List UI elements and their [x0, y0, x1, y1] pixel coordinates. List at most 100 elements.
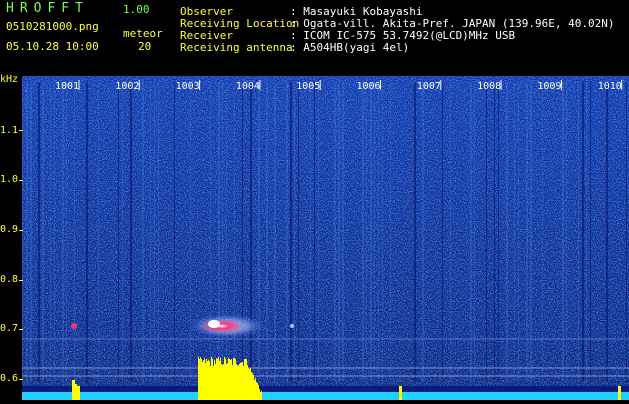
level-bar: [207, 361, 208, 400]
level-spike: [77, 386, 80, 400]
level-bar: [242, 362, 243, 400]
streak: [370, 82, 372, 382]
level-bar: [203, 360, 204, 400]
time-label: 1006: [357, 81, 381, 92]
freq-tick-mark: [19, 280, 23, 281]
level-bar: [239, 364, 240, 400]
streak: [294, 82, 295, 382]
level-bar: [210, 366, 211, 400]
spectrogram-canvas: 1001 1002 1003 1004 1005 1006 1007 1008 1009 1010: [22, 76, 629, 400]
time-label: 1003: [176, 81, 200, 92]
streak: [274, 82, 276, 382]
level-bar: [236, 364, 237, 400]
streak: [338, 82, 340, 382]
level-bar: [217, 359, 218, 400]
streak: [50, 82, 51, 382]
streak: [442, 82, 443, 382]
level-bar: [220, 358, 221, 400]
streak: [66, 82, 67, 382]
level-bar: [208, 360, 209, 400]
streak: [266, 82, 268, 382]
level-bar: [244, 359, 245, 400]
level-bar: [225, 359, 226, 400]
time-label: 1007: [417, 81, 441, 92]
freq-tick-mark: [19, 130, 23, 131]
streak: [310, 82, 311, 382]
level-bar: [229, 359, 230, 400]
level-floor: [22, 392, 629, 400]
streak: [174, 82, 175, 382]
streak: [366, 82, 367, 382]
freq-tick-mark: [19, 180, 23, 181]
streak: [578, 82, 579, 382]
streak: [258, 82, 260, 382]
time-label: 1005: [296, 81, 320, 92]
level-bar: [201, 359, 202, 400]
level-bar: [228, 358, 229, 400]
level-bar: [230, 360, 231, 400]
streak: [514, 82, 515, 382]
level-spike: [74, 384, 77, 400]
level-bar: [258, 385, 259, 400]
level-bar: [233, 358, 234, 400]
level-bar: [248, 368, 249, 400]
app-version: 1.00: [123, 3, 150, 16]
level-bar: [260, 392, 261, 400]
level-bar: [209, 361, 210, 400]
streak: [506, 82, 508, 382]
level-bar: [206, 359, 207, 400]
datetime-text: 05.10.28 10:00: [6, 40, 99, 53]
level-bar: [234, 358, 235, 400]
level-bar: [250, 368, 251, 400]
header-panel: HROFFT 1.00 0510281000.png meteor 05.10.…: [0, 0, 629, 76]
streak: [22, 82, 23, 382]
level-bar: [259, 389, 260, 400]
streak: [374, 82, 375, 382]
streak: [122, 82, 123, 382]
level-bar: [251, 372, 252, 400]
streak: [30, 82, 32, 382]
level-bar: [215, 364, 216, 400]
streak: [98, 82, 99, 382]
level-bar: [253, 375, 254, 400]
level-bar: [243, 366, 244, 400]
level-bar: [222, 365, 223, 400]
level-spike: [618, 386, 621, 400]
streak: [530, 82, 532, 382]
streak: [130, 82, 132, 382]
streak: [42, 82, 44, 382]
streak: [494, 82, 495, 382]
streak: [318, 82, 319, 382]
streak: [378, 82, 379, 382]
streak: [626, 82, 627, 382]
level-bar: [245, 359, 246, 400]
streak: [38, 82, 40, 382]
axis-unit: kHz: [0, 74, 19, 85]
echo-spot: [71, 323, 77, 329]
streak: [518, 82, 519, 382]
streak: [290, 82, 292, 382]
streak: [486, 82, 487, 382]
streak: [606, 82, 608, 382]
streak: [390, 82, 391, 382]
streak: [210, 82, 211, 382]
time-label: 1008: [477, 81, 501, 92]
streak: [314, 82, 315, 382]
level-bar: [238, 366, 239, 400]
level-bar: [223, 364, 224, 400]
streak: [586, 82, 587, 382]
level-bar: [214, 360, 215, 400]
info-key-antenna: Receiving antenna: [180, 41, 293, 54]
echo-spot: [290, 324, 294, 328]
time-label: 1002: [115, 81, 139, 92]
level-bar: [213, 366, 214, 400]
app-name: HROFFT: [6, 1, 89, 16]
streak: [562, 82, 564, 382]
level-bar: [227, 363, 228, 400]
streak: [470, 82, 472, 382]
streak: [334, 82, 336, 382]
level-bar: [212, 359, 213, 400]
level-bar: [235, 359, 236, 400]
level-bar: [254, 380, 255, 400]
streak: [150, 82, 151, 382]
